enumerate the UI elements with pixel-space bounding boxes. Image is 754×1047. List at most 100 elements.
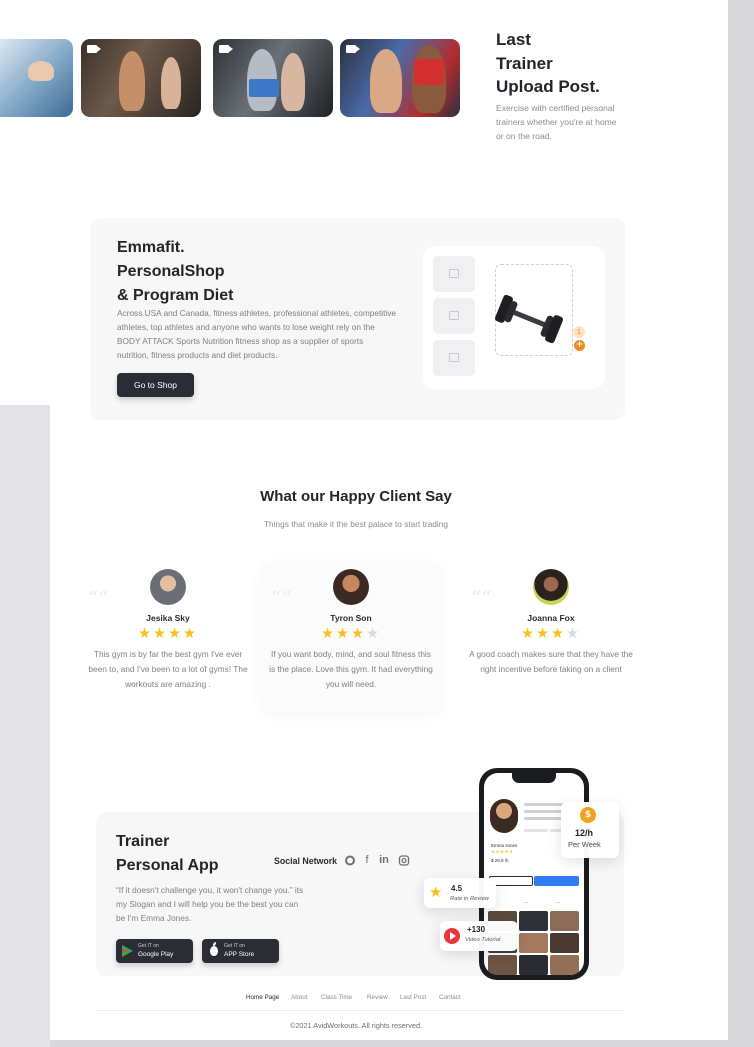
video-thumbnail-partial[interactable] — [0, 39, 73, 117]
title-line: Trainer — [116, 833, 170, 850]
testimonial-card: ““ Jesika Sky ★★★★ This gym is by far th… — [78, 562, 258, 712]
title-line: Upload Post. — [496, 77, 600, 96]
title-line: Personal App — [116, 857, 219, 874]
footer-divider — [96, 1010, 624, 1011]
product-thumbnail[interactable] — [433, 298, 475, 334]
phone-profile-name: Emma Jones — [491, 843, 518, 848]
product-thumbnail[interactable] — [433, 340, 475, 376]
star-rating: ★★★★ — [78, 625, 258, 643]
footer-link-contact[interactable]: Contact — [439, 994, 461, 1001]
dollar-icon: $ — [580, 807, 596, 823]
star-icon: ★ — [138, 626, 153, 642]
photo-cell[interactable] — [550, 911, 579, 931]
testimonial-text: A good coach makes sure that they have t… — [469, 649, 633, 674]
phone-avatar — [490, 799, 518, 833]
footer-link-last-post[interactable]: Last Post — [400, 994, 426, 1001]
app-store-button[interactable]: Get IT on APP Store — [202, 939, 279, 963]
footer-link-review[interactable]: Review — [367, 994, 388, 1001]
phone-tag — [524, 829, 548, 832]
cart-count-badge: 1 — [573, 326, 585, 338]
phone-tab[interactable]: — — [524, 899, 528, 904]
phone-message-button[interactable] — [534, 876, 579, 886]
phone-notch — [512, 773, 556, 783]
last-trainer-description: Exercise with certified personal trainer… — [496, 103, 617, 141]
star-rating: ★★★★ — [261, 625, 441, 643]
testimonial-text: This gym is by far the best gym I've eve… — [88, 649, 248, 689]
photo-cell[interactable] — [488, 955, 517, 975]
product-thumbnail[interactable] — [433, 256, 475, 292]
star-icon: ★ — [336, 626, 351, 642]
avatar — [150, 569, 186, 605]
price-label: Per Week — [568, 840, 601, 849]
price-per-week-card: $ 12/h Per Week — [561, 802, 619, 858]
star-icon: ★ — [429, 883, 443, 901]
photo-cell[interactable] — [550, 933, 579, 953]
star-icon: ★ — [351, 626, 366, 642]
client-name: Tyron Son — [330, 613, 372, 623]
title-line: Emmafit. — [117, 239, 185, 256]
app-store-small-label: Get IT on — [224, 943, 245, 949]
google-play-icon — [122, 945, 133, 957]
testimonial-text: If you want body, mind, and soul fitness… — [269, 649, 433, 689]
quote-icon: ““ — [88, 586, 109, 610]
testimonial-card: ““ Joanna Fox ★★★★ A good coach makes su… — [461, 562, 641, 712]
app-title: Trainer Personal App — [116, 830, 219, 878]
facebook-icon[interactable]: f — [361, 854, 373, 867]
video-count: +130 — [467, 925, 486, 934]
footer-link-home[interactable]: Home Page — [246, 994, 279, 1001]
phone-tab[interactable]: — — [556, 899, 560, 904]
dumbbell-icon — [494, 294, 564, 344]
video-thumbnail-2[interactable] — [213, 39, 333, 117]
quote-icon: ““ — [471, 586, 492, 610]
price-value: 12/h — [575, 828, 594, 838]
star-icon: ★ — [536, 626, 551, 642]
app-quote: “If it doesn't challenge you, it won't c… — [116, 885, 304, 923]
video-label: Video Tutorial — [465, 937, 501, 943]
shop-description: Across USA and Canada, fitness athletes,… — [117, 308, 397, 360]
star-icon: ★ — [551, 626, 566, 642]
title-line: PersonalShop — [117, 263, 225, 280]
image-icon — [449, 353, 459, 362]
footer-link-about[interactable]: About — [291, 994, 307, 1001]
google-play-button[interactable]: Get IT on Google Play — [116, 939, 193, 963]
linkedin-icon[interactable]: in — [378, 854, 390, 867]
star-icon: ★ — [153, 626, 168, 642]
client-name: Joanna Fox — [527, 613, 575, 623]
image-icon — [449, 269, 459, 278]
photo-cell[interactable] — [519, 955, 548, 975]
shop-card: Emmafit. PersonalShop & Program Diet Acr… — [90, 218, 625, 420]
go-to-shop-button[interactable]: Go to Shop — [117, 373, 194, 397]
video-thumbnail-1[interactable] — [81, 39, 201, 117]
google-play-label: Google Play — [138, 951, 174, 958]
play-icon[interactable] — [444, 928, 460, 944]
star-icon: ★ — [321, 626, 336, 642]
rating-label: Rate in Review — [450, 896, 489, 902]
image-icon — [449, 311, 459, 320]
photo-cell[interactable] — [550, 955, 579, 975]
phone-star-rating: ★★★★★ — [491, 850, 514, 855]
photo-cell[interactable] — [519, 911, 548, 931]
rating-value: 4.5 — [451, 884, 463, 893]
star-icon: ★ — [521, 626, 536, 642]
shop-preview: 1 + — [423, 246, 605, 389]
whatsapp-icon[interactable] — [344, 854, 356, 867]
instagram-icon[interactable] — [398, 854, 410, 867]
rating-card: ★ 4.5 Rate in Review — [424, 878, 496, 908]
star-icon: ★ — [566, 626, 581, 642]
title-line: & Program Diet — [117, 287, 234, 304]
star-icon: ★ — [366, 626, 381, 642]
video-tutorial-card: +130 Video Tutorial — [440, 921, 518, 951]
copyright: ©2021 AvidWorkouts. All rights reserved. — [289, 1021, 423, 1030]
star-rating: ★★★★ — [461, 625, 641, 643]
add-to-cart-button[interactable]: + — [574, 340, 585, 351]
last-trainer-title: Last Trainer Upload Post. — [496, 28, 600, 99]
video-camera-icon — [87, 45, 101, 53]
phone-text-line — [524, 817, 564, 820]
photo-cell[interactable] — [519, 933, 548, 953]
title-line: Last — [496, 30, 531, 49]
client-name: Jesika Sky — [146, 613, 190, 623]
shop-title: Emmafit. PersonalShop & Program Diet — [117, 236, 233, 308]
footer-link-class-time[interactable]: Class Time — [321, 994, 352, 1001]
avatar — [533, 569, 569, 605]
video-thumbnail-3[interactable] — [340, 39, 460, 117]
